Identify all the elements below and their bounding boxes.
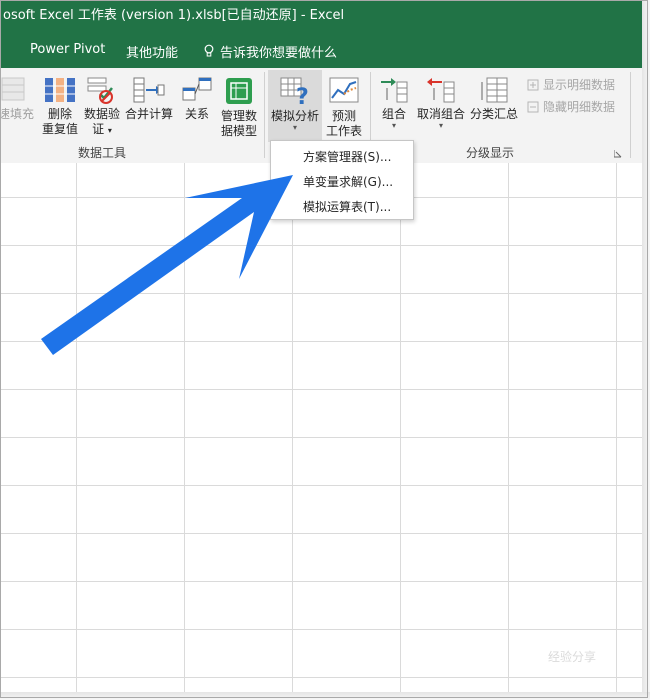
data-validation-label-1: 数据验 (83, 107, 120, 121)
hide-detail-button[interactable]: 隐藏明细数据 (526, 98, 615, 115)
menu-item-scenario-manager[interactable]: 方案管理器(S)... (303, 148, 391, 165)
tell-me-search[interactable]: 告诉我你想要做什么 (220, 42, 337, 61)
what-if-dropdown-menu: 方案管理器(S)... 单变量求解(G)... 模拟运算表(T)... (270, 140, 414, 220)
flash-fill-icon (1, 77, 25, 101)
hide-detail-icon (527, 101, 539, 113)
data-validation-caret: ▾ (107, 126, 112, 135)
data-validation-icon (87, 77, 113, 104)
subtotal-label: 分类汇总 (469, 107, 518, 121)
watermark: 经验分享 (548, 650, 597, 664)
what-if-label: 模拟分析 (270, 109, 319, 123)
data-tools-group-label: 数据工具 (78, 146, 127, 160)
ribbon-tab-row: Power Pivot 其他功能 告诉我你想要做什么 (0, 33, 642, 68)
flash-fill-label: 速填充 (0, 107, 34, 121)
svg-text:?: ? (296, 85, 309, 106)
ungroup-caret: ▾ (438, 121, 443, 130)
data-model-label-2: 据模型 (220, 124, 257, 138)
manage-data-model-button[interactable]: 管理数 据模型 (218, 76, 260, 139)
worksheet-grid[interactable] (0, 163, 642, 692)
menu-item-goal-seek[interactable]: 单变量求解(G)... (303, 173, 393, 190)
show-detail-button[interactable]: 显示明细数据 (526, 76, 615, 93)
group-separator (264, 72, 265, 158)
what-if-analysis-icon: ? (280, 77, 309, 106)
group-icon (381, 78, 408, 103)
forecast-sheet-button[interactable]: 预测 工作表 (324, 76, 364, 139)
remove-duplicates-label-1: 删除 (47, 107, 72, 121)
window-title: osoft Excel 工作表 (version 1).xlsb[已自动还原] … (3, 8, 345, 23)
data-validation-button[interactable]: 数据验 证 ▾ (83, 76, 121, 138)
group-separator (630, 72, 631, 158)
ungroup-label: 取消组合 (416, 107, 465, 121)
data-validation-label-2: 证 ▾ (83, 122, 121, 138)
flash-fill-button[interactable]: 速填充 (0, 76, 36, 122)
show-detail-label: 显示明细数据 (543, 78, 616, 92)
dialog-launcher-icon[interactable] (614, 150, 622, 158)
ungroup-button[interactable]: 取消组合 ▾ (414, 76, 468, 130)
forecast-label-1: 预测 (331, 109, 356, 123)
frame-shadow-bottom (0, 692, 650, 700)
lightbulb-icon (204, 44, 214, 57)
remove-duplicates-icon (45, 78, 75, 102)
subtotal-button[interactable]: 分类汇总 (469, 76, 519, 122)
menu-item-data-table[interactable]: 模拟运算表(T)... (303, 198, 391, 215)
group-label: 组合 (381, 107, 406, 121)
data-model-icon (226, 78, 252, 104)
data-model-label-1: 管理数 (220, 109, 257, 123)
data-validation-label-2-text: 证 (92, 122, 105, 136)
group-caret: ▾ (391, 121, 396, 130)
ungroup-icon (427, 78, 455, 103)
what-if-caret: ▾ (292, 123, 297, 132)
forecast-label-2: 工作表 (325, 124, 362, 138)
remove-duplicates-label-2: 重复值 (41, 122, 78, 136)
relationships-button[interactable]: 关系 (180, 76, 214, 122)
consolidate-icon (133, 77, 165, 103)
what-if-analysis-button[interactable]: ? 模拟分析 ▾ (268, 76, 322, 132)
remove-duplicates-button[interactable]: 删除 重复值 (40, 76, 80, 137)
subtotal-icon (481, 77, 508, 103)
tab-power-pivot[interactable]: Power Pivot (30, 42, 105, 57)
consolidate-button[interactable]: 合并计算 (124, 76, 174, 122)
title-bar: osoft Excel 工作表 (version 1).xlsb[已自动还原] … (0, 0, 642, 33)
forecast-sheet-icon (329, 77, 359, 103)
consolidate-label: 合并计算 (124, 107, 173, 121)
tab-other-functions[interactable]: 其他功能 (126, 42, 178, 61)
show-detail-icon (527, 79, 539, 91)
relationships-label: 关系 (184, 107, 209, 121)
relationships-icon (182, 77, 212, 101)
outline-group-label: 分级显示 (466, 146, 515, 160)
hide-detail-label: 隐藏明细数据 (543, 100, 616, 114)
group-button[interactable]: 组合 ▾ (378, 76, 410, 130)
frame-shadow-right (642, 0, 650, 700)
